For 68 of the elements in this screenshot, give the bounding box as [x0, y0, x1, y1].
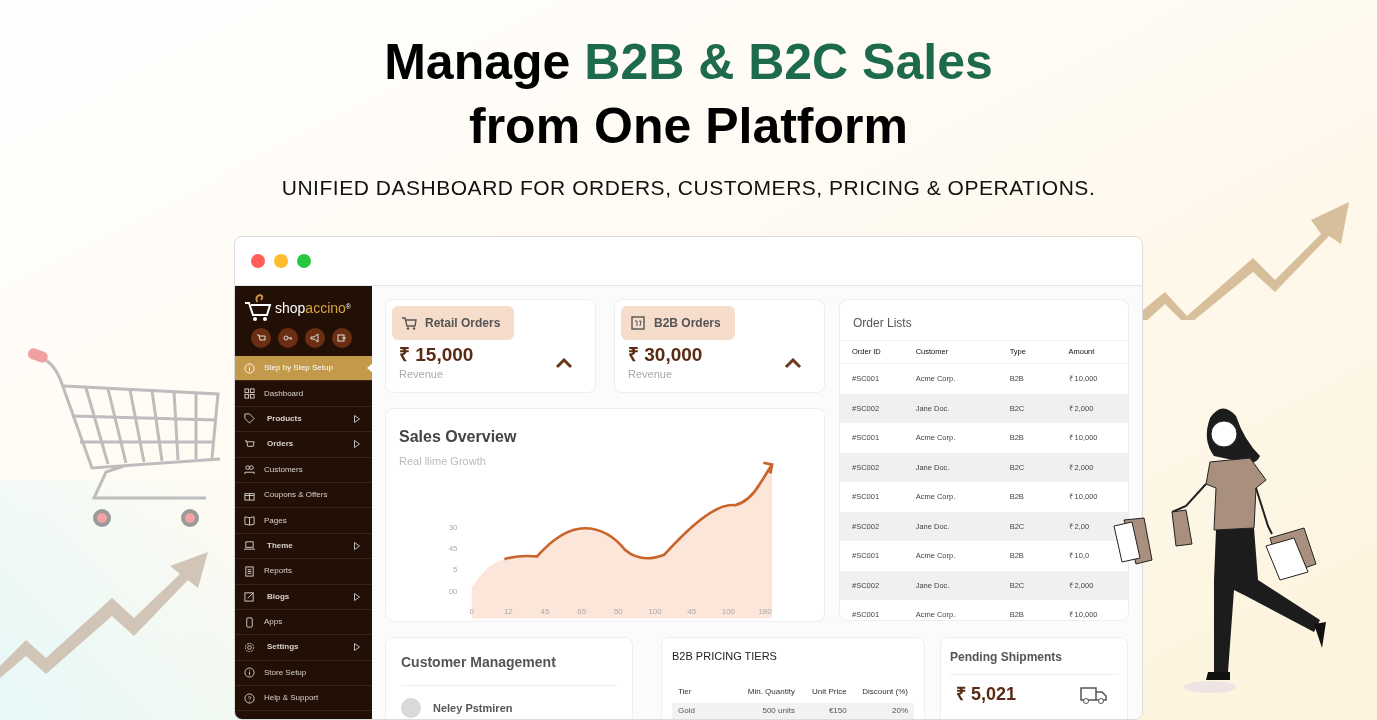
chevron-up-icon[interactable] — [784, 357, 802, 369]
revenue-caption: Revenue — [628, 367, 674, 382]
axis-label: 5 — [453, 565, 458, 575]
axis-label: 100 — [648, 606, 662, 616]
calendar-icon — [630, 316, 646, 330]
card-title: Customer Management — [401, 652, 617, 686]
axis-label: 50 — [613, 606, 623, 616]
cart-icon — [244, 438, 255, 450]
info-icon — [244, 362, 255, 374]
subtitle: UNIFIED DASHBOARD FOR ORDERS, CUSTOMERS, PRICING & OPERATIONS. — [281, 175, 1096, 201]
headline: from One Platform — [469, 97, 908, 156]
card-title: Order Lists — [852, 315, 913, 332]
settings-icon — [244, 642, 255, 653]
column-header: Discount (%) — [861, 685, 908, 698]
axis-label: 45 — [687, 606, 697, 616]
card-title: B2B PRICING TIERS — [672, 649, 778, 664]
grid-icon — [244, 388, 255, 400]
revenue-value: ₹ 15,000 — [399, 344, 474, 366]
chevron-up-icon[interactable] — [555, 357, 573, 369]
caret-icon — [354, 440, 360, 449]
key-icon[interactable] — [278, 328, 298, 348]
table-cell-text: €150 — [827, 704, 847, 717]
headline: Manage B2B & B2C Sales — [384, 33, 993, 92]
axis-label: 12 — [503, 606, 513, 616]
book-icon — [244, 515, 255, 527]
axis-label: 180 — [758, 606, 772, 616]
caret-icon — [354, 541, 360, 550]
axis-label: 45 — [540, 606, 550, 616]
caret-icon — [354, 643, 360, 652]
stat-title-chip: B2B Orders — [621, 306, 735, 340]
help-icon — [244, 692, 255, 704]
column-header: Min. Quantity — [746, 685, 795, 698]
revenue-caption: Revenue — [399, 367, 445, 382]
avatar — [401, 698, 421, 718]
caret-icon — [354, 592, 360, 601]
cart-logo-icon — [243, 293, 273, 323]
cart-icon[interactable] — [251, 328, 271, 348]
logout-icon[interactable] — [332, 328, 352, 348]
cart-icon — [401, 316, 417, 330]
tag-icon — [244, 413, 255, 425]
phone-icon — [244, 616, 255, 628]
axis-label: 00 — [448, 586, 458, 596]
shipment-value: ₹ 5,021 — [955, 683, 1018, 706]
axis-label: 65 — [577, 606, 587, 616]
customer-name: Neley Pstmiren — [433, 700, 513, 716]
axis-label: 30 — [448, 523, 458, 532]
edit-icon — [244, 591, 255, 603]
card-subtitle: Real llime Growth — [399, 454, 487, 469]
stat-title-chip: Retail Orders — [392, 306, 515, 340]
info-icon — [244, 667, 255, 679]
table-cell-text: 20% — [891, 704, 908, 717]
laptop-icon — [244, 540, 255, 552]
card-title: Pending Shipments — [950, 648, 1118, 675]
list-icon — [244, 565, 255, 577]
megaphone-icon[interactable] — [305, 328, 325, 348]
close-button[interactable] — [251, 254, 265, 268]
axis-label: 45 — [448, 544, 458, 554]
revenue-value: ₹ 30,000 — [628, 344, 703, 366]
table-cell-text: Gold — [678, 704, 696, 717]
caret-icon — [354, 414, 360, 423]
people-icon — [244, 464, 255, 476]
card-title: Sales Overview — [399, 427, 518, 447]
column-header: Tier — [678, 685, 693, 698]
table-cell-text: 500 units — [761, 704, 795, 717]
truck-icon — [1080, 684, 1108, 705]
column-header: Unit Price — [811, 685, 847, 698]
logo: shopaccino$^{®}$ — [275, 298, 351, 318]
axis-label: 100 — [721, 606, 735, 616]
